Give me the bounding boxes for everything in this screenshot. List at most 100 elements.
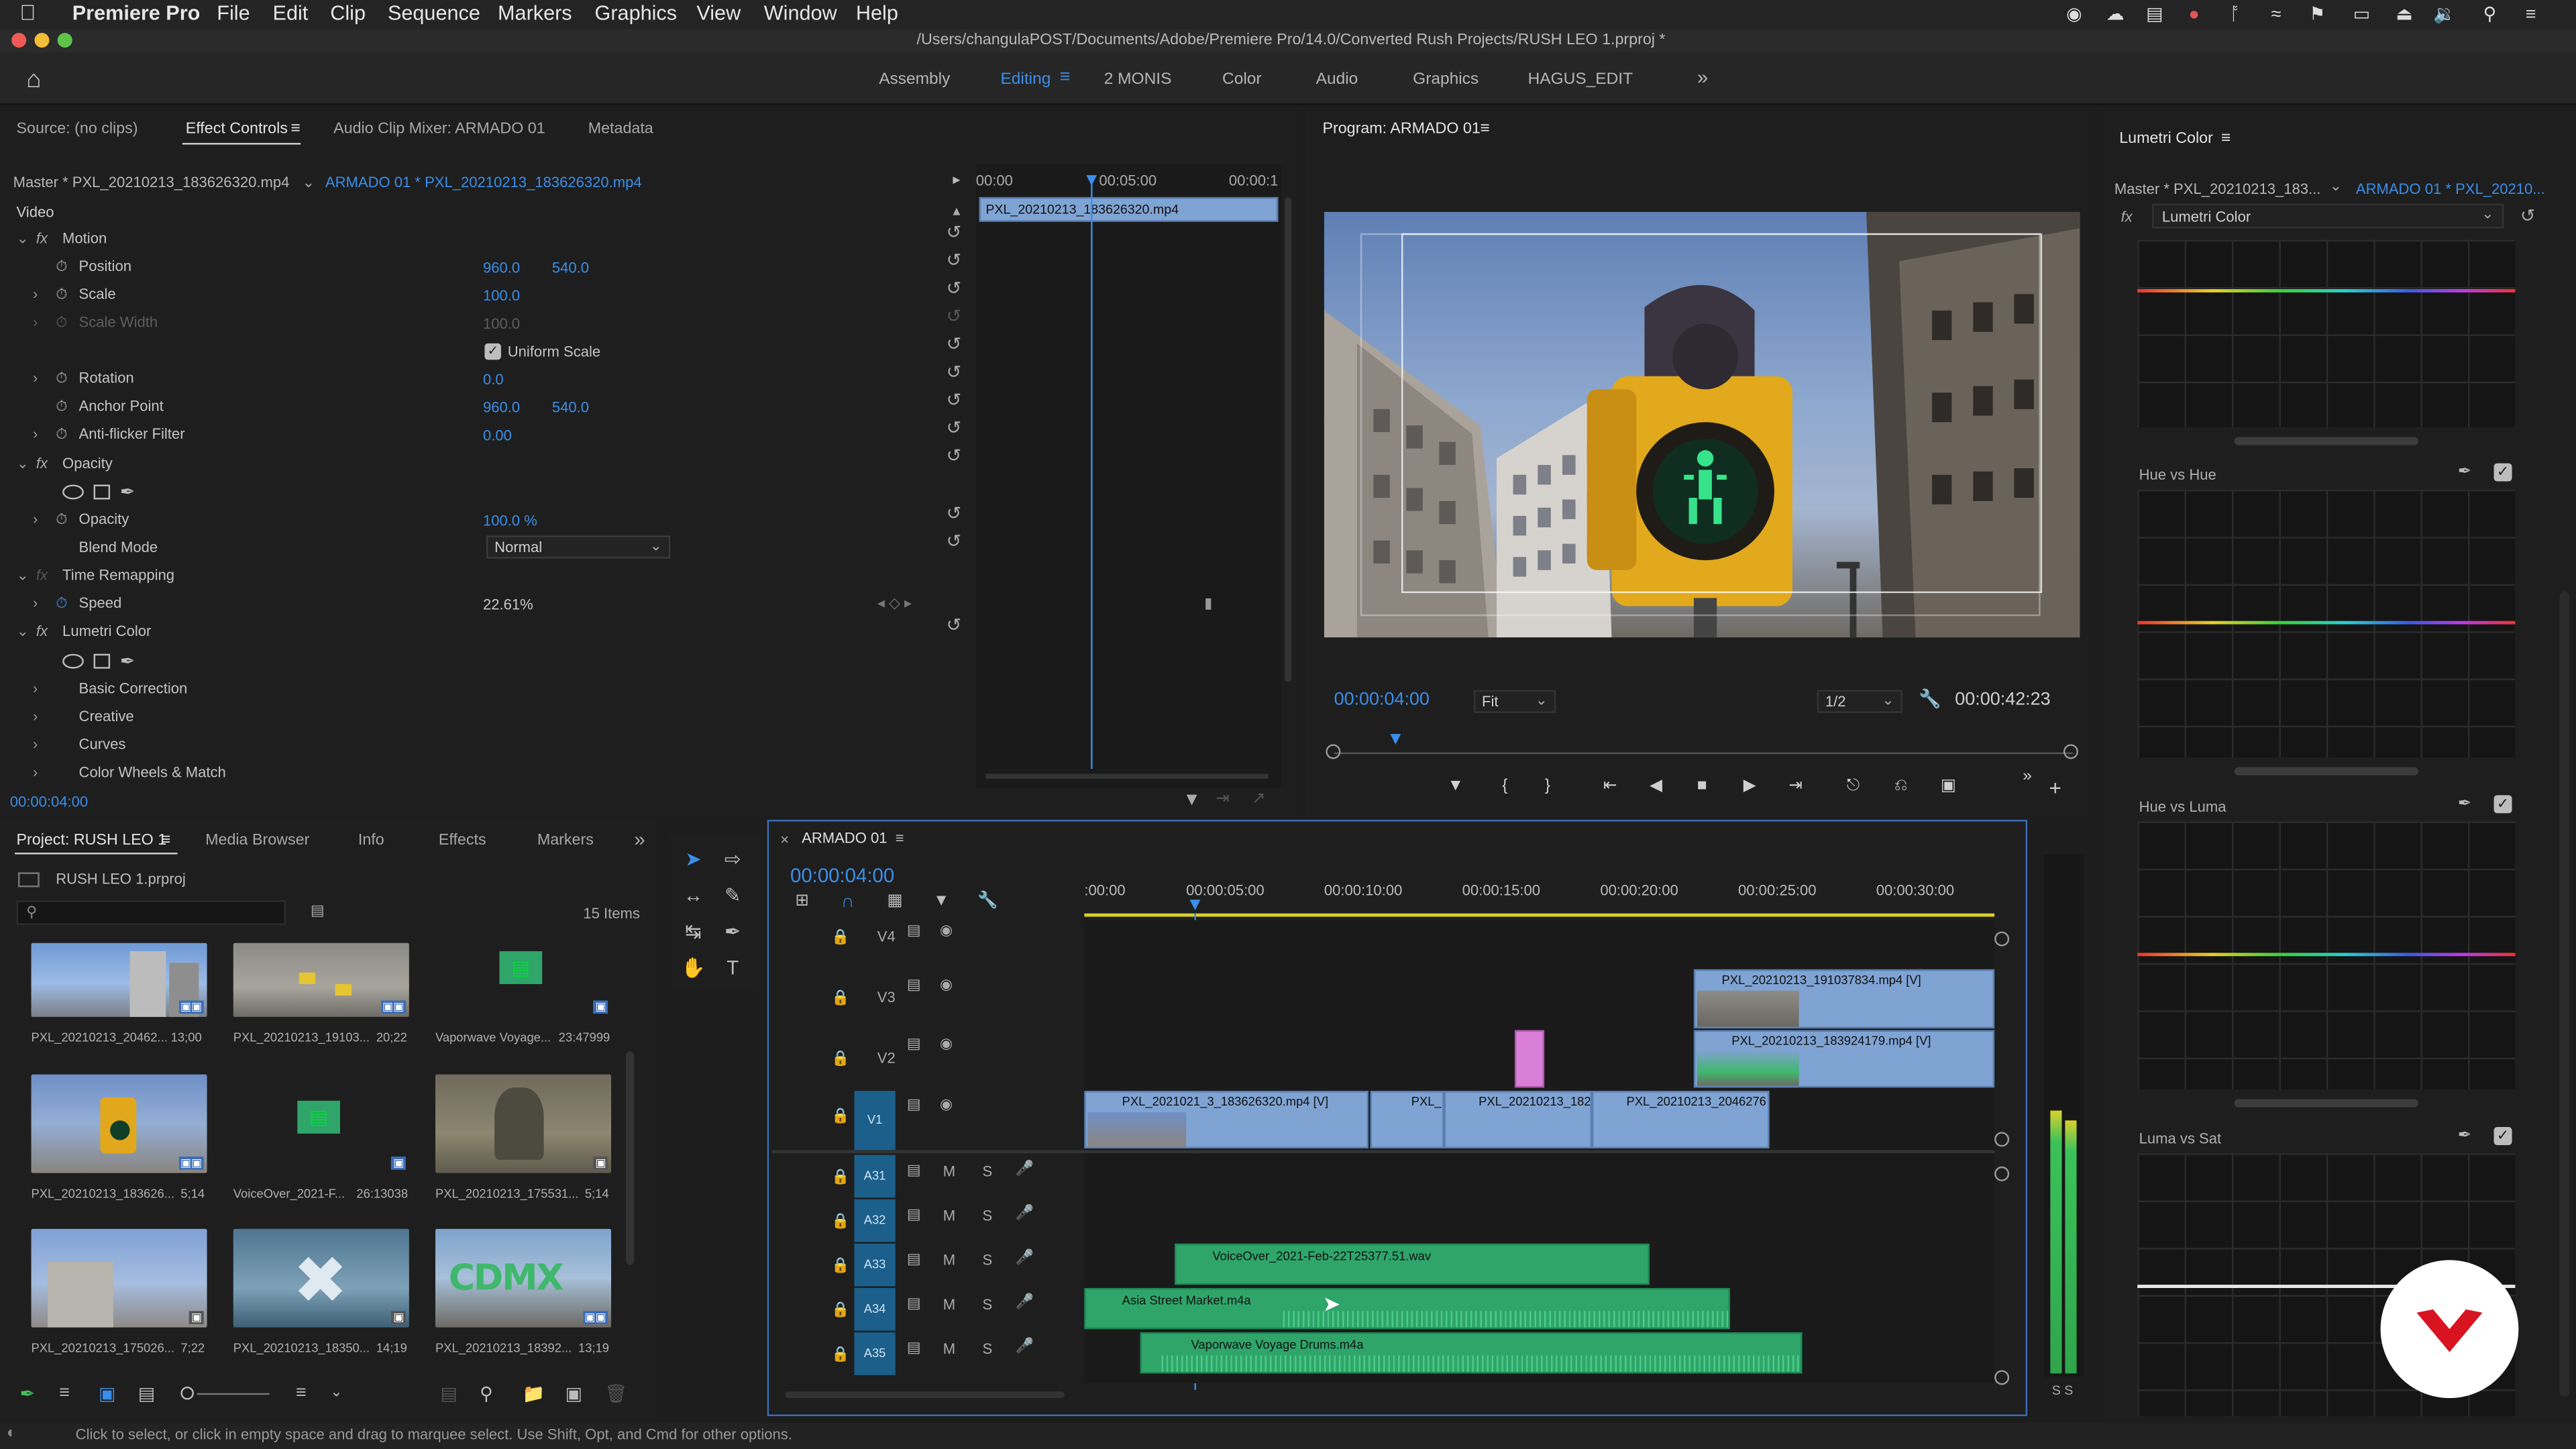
lumetri-effect-select[interactable]: Lumetri Color ⌄ xyxy=(2152,203,2504,229)
microphone-icon[interactable]: 🎤 xyxy=(1015,1248,1033,1267)
thumbnail-clip-7[interactable]: ▣ xyxy=(31,1228,207,1328)
minimize-window-button[interactable] xyxy=(34,32,50,48)
solo-button[interactable]: S xyxy=(983,1163,993,1179)
solo-button[interactable]: S xyxy=(983,1340,993,1356)
cloud-icon[interactable]: ☁ xyxy=(2104,5,2126,24)
expand-chevron-icon[interactable]: ⌄ xyxy=(16,567,28,585)
lock-icon[interactable]: 🔒 xyxy=(831,1108,849,1126)
master-clip-label[interactable]: Master * PXL_20210213_183626320.mp4 xyxy=(13,174,290,191)
program-title[interactable]: Program: ARMADO 01 xyxy=(1322,120,1480,138)
sync-lock-icon[interactable]: ▤ xyxy=(907,1295,921,1313)
workspace-menu-icon[interactable]: ≡ xyxy=(1060,67,1071,87)
mute-button[interactable]: M xyxy=(943,1296,955,1312)
control-center-icon[interactable]: ≡ xyxy=(2520,5,2542,24)
close-sequence-icon[interactable]: × xyxy=(780,831,789,847)
clip-a34-asia-market[interactable]: Asia Street Market.m4a xyxy=(1084,1288,1730,1330)
solo-button[interactable]: S xyxy=(983,1208,993,1224)
sync-lock-icon[interactable]: ▤ xyxy=(907,1206,921,1224)
hue-vs-luma-curve[interactable] xyxy=(2137,821,2516,1089)
sync-lock-icon[interactable]: ▤ xyxy=(907,1250,921,1269)
stopwatch-active-icon[interactable]: ⏱ xyxy=(56,595,67,613)
stopwatch-icon[interactable]: ⏱ xyxy=(56,398,67,416)
eject-icon[interactable]: ⏏ xyxy=(2394,5,2415,24)
apple-icon[interactable]:  xyxy=(19,0,36,25)
video-scroll-handle[interactable] xyxy=(1994,931,2010,947)
reset-icon[interactable]: ↺ xyxy=(2520,205,2536,227)
eye-icon[interactable]: ◉ xyxy=(940,1095,953,1114)
lumetri-title[interactable]: Lumetri Color xyxy=(2119,129,2213,148)
program-scrubber[interactable] xyxy=(1334,752,2074,755)
a33-target[interactable]: A33 xyxy=(854,1243,896,1287)
lift-icon[interactable]: ⎋ xyxy=(1840,775,1866,798)
hue-vs-hue-checkbox[interactable]: ✓ xyxy=(2493,463,2512,482)
scroll-up-icon[interactable]: ▴ xyxy=(953,202,960,220)
thumbnail-audio-3[interactable]: ▤ ▣ xyxy=(435,943,612,1017)
extract-icon[interactable]: ⎌ xyxy=(1888,775,1914,798)
clip-a33-voiceover[interactable]: VoiceOver_2021-Feb-22T25377.51.wav xyxy=(1175,1243,1650,1285)
tab-project[interactable]: Project: RUSH LEO 1 xyxy=(16,831,166,849)
fx-icon[interactable]: fx xyxy=(36,230,48,246)
expand-chevron-icon[interactable]: › xyxy=(33,736,38,752)
sequence-tab[interactable]: ARMADO 01 xyxy=(802,830,887,846)
pencil-icon[interactable]: ✒ xyxy=(19,1383,35,1405)
menu-markers[interactable]: Markers xyxy=(498,1,572,24)
menu-graphics[interactable]: Graphics xyxy=(595,1,678,24)
program-timecode[interactable]: 00:00:04:00 xyxy=(1334,690,1430,710)
program-playhead-icon[interactable]: ▼ xyxy=(1387,729,1405,749)
hue-vs-luma-checkbox[interactable]: ✓ xyxy=(2493,795,2512,814)
wifi-icon[interactable]: ≈ xyxy=(2265,5,2287,24)
tab-markers[interactable]: Markers xyxy=(537,831,594,849)
microphone-icon[interactable]: 🎤 xyxy=(1015,1337,1033,1355)
scrubber-end-handle[interactable] xyxy=(2063,744,2078,759)
stopwatch-icon[interactable]: ⏱ xyxy=(56,258,67,276)
lock-icon[interactable]: 🔒 xyxy=(831,1346,849,1364)
chevron-down-icon[interactable]: ⌄ xyxy=(330,1383,342,1401)
lock-icon[interactable]: 🔒 xyxy=(831,1168,849,1186)
tab-media-browser[interactable]: Media Browser xyxy=(205,831,309,849)
zoom-slider-track[interactable] xyxy=(197,1393,270,1395)
mark-out-icon[interactable]: } xyxy=(1534,775,1560,798)
thumbnail-clip-9[interactable]: CDMX ▣▣ xyxy=(435,1228,612,1328)
sync-lock-icon[interactable]: ▤ xyxy=(907,976,921,994)
audio-scroll-handle[interactable] xyxy=(1994,1166,2010,1181)
sync-lock-icon[interactable]: ▤ xyxy=(907,922,921,940)
lock-icon[interactable]: 🔒 xyxy=(831,1301,849,1320)
rectangle-mask-icon[interactable] xyxy=(93,653,111,669)
a32-target[interactable]: A32 xyxy=(854,1199,896,1242)
menu-edit[interactable]: Edit xyxy=(273,1,309,24)
v1-target[interactable]: V1 xyxy=(854,1091,896,1150)
curve-scrollbar[interactable] xyxy=(2234,767,2418,775)
ec-playhead[interactable] xyxy=(1091,177,1093,769)
meter-solo-labels[interactable]: S S xyxy=(2052,1383,2074,1398)
lumetri-sequence-label[interactable]: ARMADO 01 * PXL_20210... xyxy=(2356,180,2545,197)
stop-icon[interactable]: ■ xyxy=(1689,775,1715,798)
add-marker-icon[interactable]: ▼ xyxy=(1442,775,1468,798)
clip-v1-a[interactable]: PXL_2021021_3_183626320.mp4 [V] xyxy=(1084,1091,1369,1148)
clip-v1-c[interactable]: PXL_20210213_182 xyxy=(1444,1091,1593,1148)
microphone-icon[interactable]: 🎤 xyxy=(1015,1160,1033,1178)
effect-controls-timeline[interactable] xyxy=(975,164,1282,789)
lock-icon[interactable]: 🔒 xyxy=(831,928,849,947)
step-back-icon[interactable]: ◀ xyxy=(1643,775,1669,798)
mute-button[interactable]: M xyxy=(943,1208,955,1224)
ec-clip-bar[interactable]: PXL_20210213_183626320.mp4 xyxy=(979,197,1279,222)
scrubber-start-handle[interactable] xyxy=(1326,744,1341,759)
clip-v1-b[interactable]: PXL_ xyxy=(1370,1091,1444,1148)
ripple-edit-tool-icon[interactable]: ↔ xyxy=(680,882,706,908)
antiflicker-value[interactable]: 0.00 xyxy=(483,427,512,443)
mute-button[interactable]: M xyxy=(943,1163,955,1179)
eye-icon[interactable]: ◉ xyxy=(940,1035,953,1053)
mark-in-icon[interactable]: { xyxy=(1492,775,1518,798)
expand-chevron-icon[interactable]: › xyxy=(33,370,38,386)
eyedropper-icon[interactable]: ✒ xyxy=(2458,795,2472,813)
eye-icon[interactable]: ◉ xyxy=(940,922,953,940)
expand-chevron-icon[interactable]: ⌄ xyxy=(16,230,28,248)
new-item-icon[interactable]: ▣ xyxy=(565,1383,582,1405)
clip-v2[interactable]: PXL_20210213_183924179.mp4 [V] xyxy=(1693,1030,1995,1088)
reset-icon[interactable]: ↺ xyxy=(947,505,965,524)
sync-lock-icon[interactable]: ▤ xyxy=(907,1339,921,1357)
home-icon[interactable]: ⌂ xyxy=(26,66,41,94)
microphone-icon[interactable]: 🎤 xyxy=(1015,1293,1033,1311)
ellipse-mask-icon[interactable] xyxy=(62,653,84,669)
stopwatch-icon[interactable]: ⏱ xyxy=(56,370,67,388)
